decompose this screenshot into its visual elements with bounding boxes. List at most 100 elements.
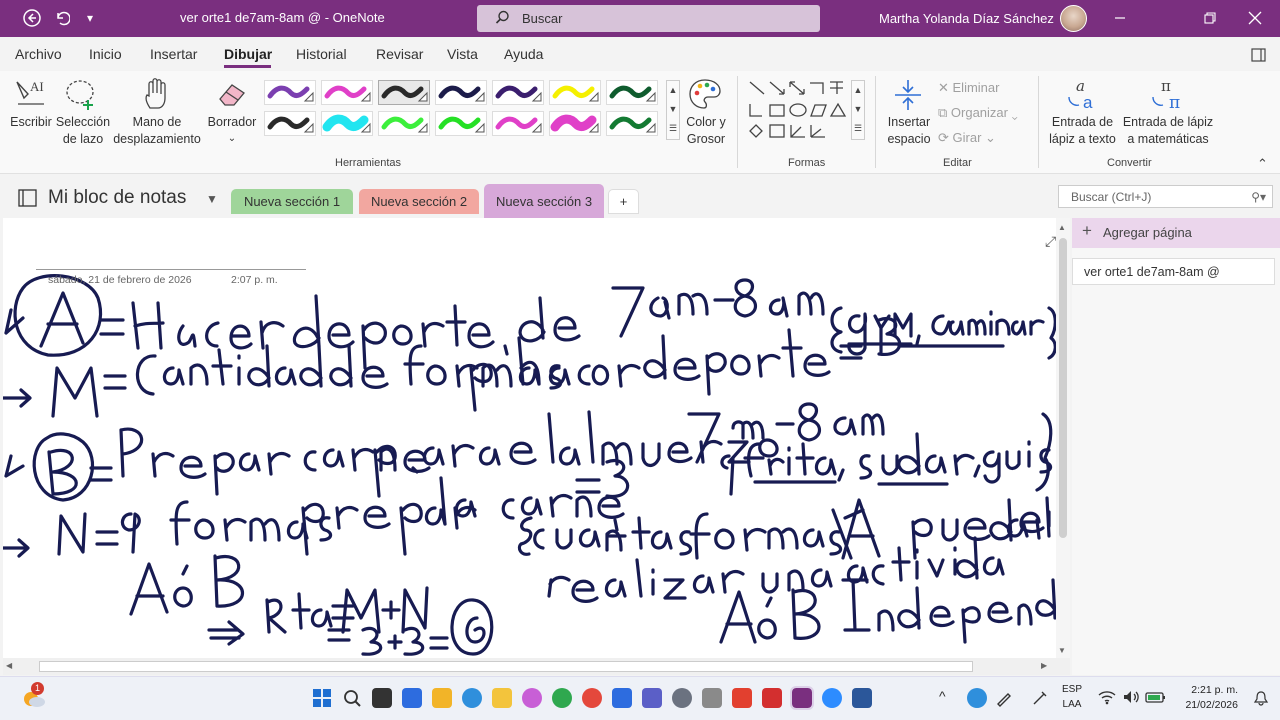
lasso-icon[interactable] <box>64 78 100 113</box>
pen-swatch[interactable] <box>321 111 373 136</box>
horizontal-scrollbar[interactable]: ◀ ▶ <box>3 658 1070 675</box>
page-canvas[interactable]: ⤢ sábado, 21 de febrero de 2026 2:07 p. … <box>3 218 1056 658</box>
tab-section-1[interactable]: Nueva sección 1 <box>231 189 353 214</box>
pen-swatch[interactable] <box>321 80 373 105</box>
color-thickness-label[interactable]: Color y Grosor <box>680 114 732 148</box>
zoom-icon[interactable] <box>822 688 842 708</box>
tab-section-3[interactable]: Nueva sección 3 <box>484 184 604 218</box>
whiteboard-icon[interactable] <box>402 688 422 708</box>
scroll-right-icon[interactable]: ▶ <box>1041 661 1047 670</box>
pen-swatch[interactable] <box>435 80 487 105</box>
chrome-icon[interactable] <box>552 688 572 708</box>
pen-swatch[interactable] <box>264 111 316 136</box>
ink-to-math-label[interactable]: Entrada de lápiz a matemáticas <box>1120 114 1216 148</box>
clock-date[interactable]: 21/02/2026 <box>1176 699 1238 711</box>
task-view-icon[interactable] <box>372 688 392 708</box>
expand-icon[interactable]: ⤢ <box>1045 233 1056 250</box>
collapse-ribbon-icon[interactable]: ⌃ <box>1257 156 1268 172</box>
sync-icon[interactable] <box>967 688 987 708</box>
avatar[interactable] <box>1060 5 1087 32</box>
tab-vista[interactable]: Vista <box>447 46 478 62</box>
app-icon[interactable] <box>432 688 452 708</box>
quick-access-dropdown-icon[interactable]: ▾ <box>78 7 102 29</box>
edge-icon[interactable] <box>462 688 482 708</box>
palette-icon[interactable] <box>688 78 722 113</box>
search-icon[interactable] <box>343 689 361 710</box>
volume-icon[interactable] <box>1122 689 1140 708</box>
battery-icon[interactable] <box>1145 689 1167 708</box>
user-name[interactable]: Martha Yolanda Díaz Sánchez <box>879 11 1054 26</box>
file-explorer-icon[interactable] <box>492 688 512 708</box>
scroll-down-icon[interactable]: ▼ <box>1058 646 1066 655</box>
insert-space-icon[interactable] <box>893 78 923 115</box>
restore-icon[interactable] <box>1196 6 1224 30</box>
rotate-button[interactable]: ⟳ Girar ⌄ <box>938 130 996 146</box>
wifi-icon[interactable] <box>1098 689 1116 708</box>
arrange-button[interactable]: ⧉ Organizar ⌄ <box>938 105 1018 121</box>
search-input[interactable]: Buscar <box>477 5 820 32</box>
ink-to-text-label[interactable]: Entrada de lápiz a texto <box>1045 114 1120 148</box>
copilot-icon[interactable] <box>522 688 542 708</box>
write-label[interactable]: Escribir <box>8 114 54 131</box>
notebook-panel-icon[interactable] <box>1251 47 1267 66</box>
pen-menu-icon[interactable] <box>995 689 1013 707</box>
notebook-icon[interactable] <box>17 189 39 210</box>
add-section-button[interactable]: + <box>608 189 639 214</box>
vertical-scrollbar[interactable]: ▲ ▼ <box>1056 218 1070 658</box>
add-page-button[interactable]: + Agregar página <box>1072 218 1280 248</box>
tab-archivo[interactable]: Archivo <box>15 46 62 62</box>
undo-icon[interactable] <box>50 7 74 29</box>
windows-start-icon[interactable] <box>313 689 331 710</box>
pen-swatch[interactable] <box>492 111 544 136</box>
pen-swatch[interactable] <box>264 80 316 105</box>
weather-widget-icon[interactable]: 1 <box>21 682 47 708</box>
tab-insertar[interactable]: Insertar <box>150 46 197 62</box>
back-icon[interactable] <box>20 7 44 29</box>
teams-icon[interactable] <box>642 688 662 708</box>
acrobat-icon[interactable] <box>762 688 782 708</box>
shapes-gallery[interactable] <box>747 79 851 146</box>
chrome-profile-icon[interactable] <box>582 688 602 708</box>
hand-label[interactable]: Mano de desplazamiento <box>108 114 206 148</box>
pen-swatch[interactable] <box>378 80 430 105</box>
eraser-icon[interactable] <box>216 79 248 112</box>
tab-ayuda[interactable]: Ayuda <box>504 46 543 62</box>
language-indicator[interactable]: ESP <box>1062 684 1082 695</box>
close-icon[interactable] <box>1241 6 1269 30</box>
pen-swatch[interactable] <box>549 80 601 105</box>
eraser-label[interactable]: Borrador <box>204 114 260 131</box>
vertical-scroll-thumb[interactable] <box>1059 238 1067 538</box>
scroll-left-icon[interactable]: ◀ <box>6 661 12 670</box>
pen-gallery-scroll[interactable]: ▲ ▼ ☰ <box>666 80 680 140</box>
app-icon[interactable] <box>702 688 722 708</box>
tab-historial[interactable]: Historial <box>296 46 347 62</box>
delete-button[interactable]: ✕ Eliminar <box>938 80 999 96</box>
tab-section-2[interactable]: Nueva sección 2 <box>359 189 479 214</box>
pen-swatch[interactable] <box>378 111 430 136</box>
shapes-gallery-scroll[interactable]: ▲ ▼ ☰ <box>851 80 865 140</box>
horizontal-scroll-thumb[interactable] <box>39 661 973 672</box>
anydesk-icon[interactable] <box>732 688 752 708</box>
word-icon[interactable] <box>852 688 872 708</box>
app-icon[interactable] <box>612 688 632 708</box>
onenote-icon[interactable] <box>790 686 814 710</box>
page-list-item[interactable]: ver orte1 de7am-8am @ <box>1072 258 1275 285</box>
hand-icon[interactable] <box>142 78 172 113</box>
lasso-label[interactable]: Selección de lazo <box>52 114 114 148</box>
ink-to-math-icon[interactable]: ππ <box>1149 77 1185 114</box>
pen-swatch[interactable] <box>549 111 601 136</box>
tab-revisar[interactable]: Revisar <box>376 46 423 62</box>
pen-swatch[interactable] <box>492 80 544 105</box>
pen-swatch[interactable] <box>606 80 658 105</box>
notebook-name[interactable]: Mi bloc de notas <box>48 187 186 209</box>
notifications-icon[interactable] <box>1253 690 1269 709</box>
scroll-up-icon[interactable]: ▲ <box>1058 223 1066 232</box>
keyboard-layout-indicator[interactable]: LAA <box>1060 699 1084 710</box>
pen-swatch[interactable] <box>435 111 487 136</box>
tab-inicio[interactable]: Inicio <box>89 46 122 62</box>
write-icon[interactable]: AI <box>14 78 48 111</box>
settings-icon[interactable] <box>672 688 692 708</box>
ink-to-text-icon[interactable]: aa <box>1065 77 1101 114</box>
pen-icon[interactable] <box>1031 689 1049 707</box>
eraser-dropdown-icon[interactable]: ⌄ <box>224 130 240 147</box>
